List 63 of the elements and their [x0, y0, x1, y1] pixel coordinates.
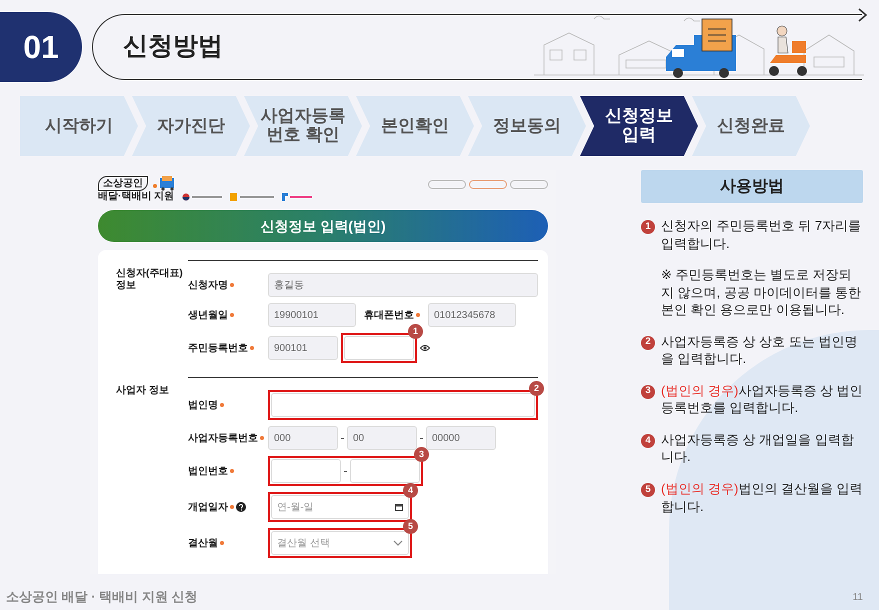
instruction-text: (법인의 경우)법인의 결산월을 입력합니다. — [661, 480, 863, 516]
header-link-button[interactable] — [469, 180, 507, 189]
step-tab[interactable]: 신청완료 — [692, 96, 810, 156]
step-number: 1 — [641, 220, 655, 234]
agency-logo-icon — [282, 193, 312, 201]
input-field[interactable]: 00000 — [426, 426, 496, 450]
instruction-text: (법인의 경우)사업자등록증 상 법인등록번호를 입력합니다. — [661, 382, 863, 417]
field-label: 주민등록번호 — [188, 342, 248, 356]
date-field[interactable]: 연-월-일 — [271, 495, 409, 519]
input-field[interactable]: 000 — [268, 426, 338, 450]
step-number: 4 — [641, 434, 655, 448]
section-heading: 사업자 정보 — [116, 384, 170, 398]
section-heading: 신청자(주대표) 정보 — [116, 267, 184, 293]
scooter-rider-drawing — [769, 26, 807, 76]
callout-number: 5 — [403, 519, 418, 534]
header-link-button[interactable] — [510, 180, 548, 189]
field-label: 신청자명 — [188, 278, 228, 292]
step-tab[interactable]: 사업자등록 번호 확인 — [244, 96, 362, 156]
header-link-button[interactable] — [428, 180, 466, 189]
page-number: 11 — [852, 590, 863, 604]
instruction-text: 사업자등록증 상 개업일을 입력합니다. — [661, 430, 855, 466]
month-dropdown[interactable]: 결산월 선택 — [271, 531, 409, 555]
field-label: 개업일자 — [188, 500, 228, 514]
note-text: ※ 주민등록번호는 별도로 저장되지 않으며, 공공 마이데이터를 통한 본인 확인 용으로만 이용됩니다. — [661, 266, 862, 319]
agency-logo-icon — [230, 193, 274, 201]
input-field[interactable] — [350, 459, 420, 483]
instruction-text: 신청자의 주민등록번호 뒤 7자리를 입력합니다. — [661, 217, 862, 252]
callout-number: 1 — [408, 324, 423, 339]
truck-icon — [152, 176, 176, 191]
input-field[interactable]: 홍길동 — [268, 273, 538, 297]
instruction-text: 사업자등록증 상 상호 또는 법인명을 입력합니다. — [661, 332, 858, 368]
step-tab[interactable]: 본인확인 — [356, 96, 474, 156]
step-tab[interactable]: 정보동의 — [468, 96, 586, 156]
input-field[interactable] — [271, 459, 341, 483]
agency-logo-icon — [182, 193, 222, 201]
field-label: 사업자등록번호 — [188, 432, 258, 446]
calendar-icon — [395, 503, 403, 511]
step-tab[interactable]: 자가진단 — [132, 96, 250, 156]
step-number: 3 — [641, 384, 655, 399]
field-label: 결산월 — [188, 536, 218, 550]
step-tab[interactable]: 신청정보 입력 — [580, 96, 698, 156]
callout-number: 4 — [403, 483, 418, 498]
logo-badge: 소상공인 — [98, 176, 148, 191]
section-number: 01 — [0, 12, 82, 82]
logo-subtitle: 배달·택배비 지원 — [98, 191, 174, 203]
field-label: 생년월일 — [188, 308, 228, 322]
input-field[interactable]: 01012345678 — [428, 303, 516, 327]
input-field[interactable]: 900101 — [268, 336, 338, 360]
field-label: 법인번호 — [188, 464, 228, 478]
section-title: 신청방법 — [123, 31, 223, 62]
input-field[interactable]: 00 — [347, 426, 417, 450]
field-label: 휴대폰번호 — [364, 308, 414, 322]
step-number: 2 — [641, 336, 655, 350]
guide-heading: 사용방법 — [641, 170, 863, 203]
step-number: 5 — [641, 483, 655, 498]
step-tab[interactable]: 시작하기 — [20, 96, 138, 156]
callout-number: 3 — [414, 447, 429, 462]
page-banner: 신청정보 입력(법인) — [98, 210, 548, 242]
chevron-down-icon — [393, 540, 403, 546]
callout-number: 2 — [529, 381, 544, 396]
input-field[interactable]: 19900101 — [268, 303, 356, 327]
field-label: 법인명 — [188, 398, 218, 412]
footer-title: 소상공인 배달 · 택배비 지원 신청 — [6, 588, 198, 606]
